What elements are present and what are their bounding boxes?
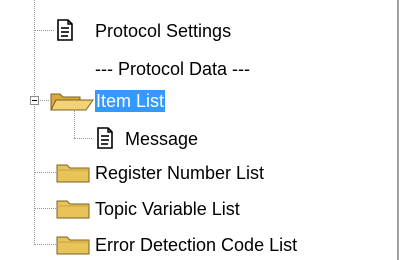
document-icon (57, 19, 73, 41)
tree-item-label: Register Number List (95, 163, 265, 183)
tree-item-label: Topic Variable List (95, 199, 240, 219)
tree-item-label: Message (125, 129, 199, 149)
tree-item-item-list[interactable]: Item List (0, 85, 397, 115)
tree-item-message[interactable]: Message (0, 123, 397, 153)
tree-item-label: Item List (95, 90, 166, 112)
tree-item-register-number-list[interactable]: Register Number List (0, 157, 397, 187)
folder-icon (56, 200, 90, 219)
tree-item-protocol-data[interactable]: --- Protocol Data --- (0, 53, 397, 83)
tree-item-label: Error Detection Code List (95, 235, 298, 255)
tree-item-topic-variable-list[interactable]: Topic Variable List (0, 193, 397, 223)
tree-item-label: Protocol Settings (95, 21, 232, 41)
tree-item-label: --- Protocol Data --- (95, 59, 251, 79)
open-folder-icon (50, 93, 94, 111)
tree-item-error-detection-code-list[interactable]: Error Detection Code List (0, 229, 397, 259)
tree-view: Protocol Settings --- Protocol Data --- … (0, 0, 399, 260)
tree-item-protocol-settings[interactable]: Protocol Settings (0, 15, 397, 45)
folder-icon (56, 236, 90, 255)
document-icon (97, 127, 113, 149)
collapse-toggle[interactable] (30, 96, 39, 105)
folder-icon (56, 164, 90, 183)
